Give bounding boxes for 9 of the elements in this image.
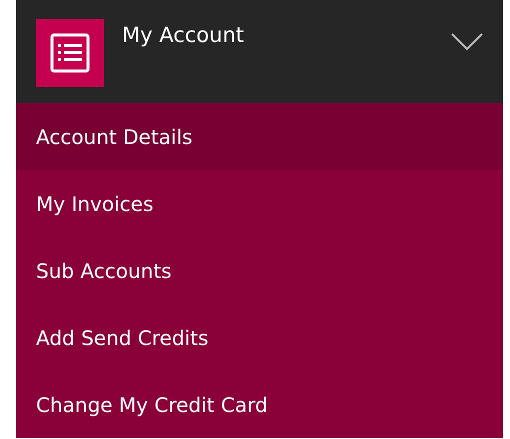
menu-item[interactable]: Sub Accounts — [16, 237, 503, 304]
chevron-icon[interactable] — [451, 33, 483, 51]
menu-item[interactable]: Change My Credit Card — [16, 371, 503, 438]
menu-item[interactable]: My Invoices — [16, 170, 503, 237]
menu-item[interactable]: Add Send Credits — [16, 304, 503, 371]
menu-title: My Account — [122, 23, 246, 47]
menu-header[interactable]: My Account — [16, 0, 503, 103]
menu-item[interactable]: Account Details — [16, 103, 503, 170]
list-icon — [36, 19, 104, 87]
